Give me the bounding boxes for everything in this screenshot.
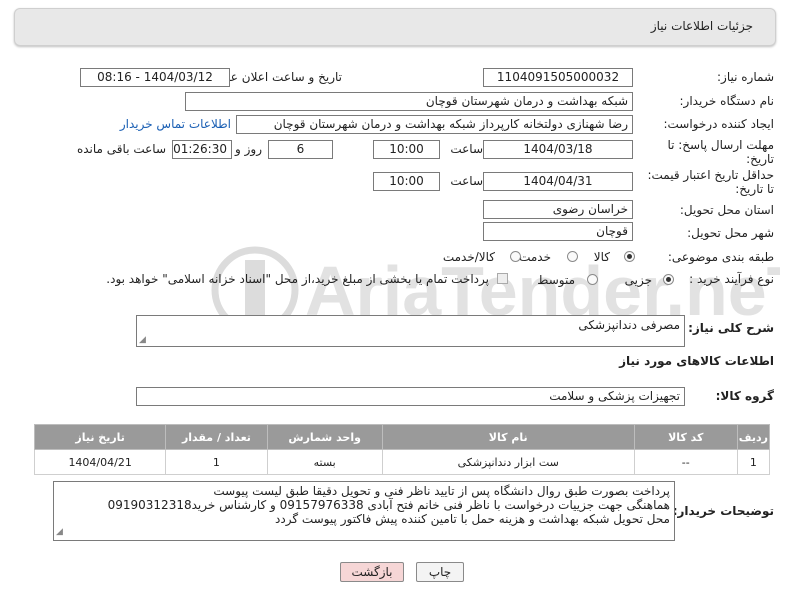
need-number-label: شماره نیاز: [717,70,774,84]
buyer-notes-line: پرداخت بصورت طبق روال دانشگاه پس از تایی… [213,484,670,498]
col-header-qty: تعداد / مقدار [165,424,268,450]
process-radio-medium[interactable] [587,274,598,285]
col-header-date: تاریخ نیاز [33,424,167,450]
table-header-row: ردیف کد کالا نام کالا واحد شمارش تعداد /… [33,424,771,450]
remaining-time-field: 01:26:30 [172,140,232,159]
city-field: قوچان [483,222,633,241]
process-label: نوع فرآیند خرید : [689,272,774,286]
process-option-minor: جزیی [624,273,652,287]
remaining-label: ساعت باقی مانده [76,142,166,156]
category-option-goods: کالا [593,250,610,264]
category-option-both: کالا/خدمت [442,250,495,264]
goods-group-label: گروه کالا: [715,389,774,403]
contact-info-link[interactable]: اطلاعات تماس خریدار [120,117,231,131]
process-option-medium: متوسط [537,273,575,287]
back-button[interactable]: بازگشت [340,562,404,582]
deadline-label: مهلت ارسال پاسخ: تا [667,138,774,152]
creator-field: رضا شهنازی دولتخانه کارپرداز شبکه بهداشت… [236,115,633,134]
cell-code: -- [633,449,738,475]
category-label: طبقه بندی موضوعی: [667,250,774,264]
buyer-notes-textarea: پرداخت بصورت طبق روال دانشگاه پس از تایی… [53,481,675,541]
treasury-payment-checkbox[interactable] [497,273,508,284]
items-table: ردیف کد کالا نام کالا واحد شمارش تعداد /… [33,424,771,475]
header-panel: جزئیات اطلاعات نیاز [14,8,776,46]
creator-label: ایجاد کننده درخواست: [663,117,774,131]
table-row: 1 -- ست ابزار دندانپزشکی بسته 1 1404/04/… [33,449,771,475]
validity-label-date: تا تاریخ: [735,182,774,196]
cell-qty: 1 [165,449,268,475]
deadline-time-label: ساعت [450,142,483,156]
process-radio-minor[interactable] [663,274,674,285]
days-field: 6 [268,140,333,159]
category-radio-goods[interactable] [624,251,635,262]
description-label: شرح کلی نیاز: [688,321,774,335]
description-textarea: مصرفی دندانپزشکی ◢ [136,315,685,347]
need-number-field: 1104091505000032 [483,68,633,87]
category-radio-service[interactable] [567,251,578,262]
validity-label: حداقل تاریخ اعتبار قیمت: [647,168,774,182]
cell-row-number: 1 [736,449,771,475]
buyer-notes-line: هماهنگی جهت جزییات درخواست با ناظر فنی خ… [107,498,670,512]
resize-grip-icon[interactable]: ◢ [139,335,146,345]
print-button[interactable]: چاپ [416,562,464,582]
cell-date: 1404/04/21 [33,449,167,475]
col-header-code: کد کالا [633,424,738,450]
validity-date-field: 1404/04/31 [483,172,633,191]
goods-group-field: تجهیزات پزشکی و سلامت [136,387,685,406]
validity-time-field: 10:00 [373,172,440,191]
province-field: خراسان رضوی [483,200,633,219]
col-header-name: نام کالا [381,424,635,450]
deadline-date-field: 1404/03/18 [483,140,633,159]
buyer-notes-line: محل تحویل شبکه بهداشت و هزینه حمل با تام… [275,512,670,526]
deadline-label-date: تاریخ: [746,152,774,166]
announce-field: 1404/03/12 - 08:16 [80,68,230,87]
buyer-org-field: شبکه بهداشت و درمان شهرستان قوچان [185,92,633,111]
description-text: مصرفی دندانپزشکی [578,318,680,332]
col-header-row: ردیف [736,424,771,450]
cell-unit: بسته [266,449,383,475]
page-title: جزئیات اطلاعات نیاز [650,19,753,33]
treasury-payment-note: پرداخت تمام یا بخشی از مبلغ خرید،از محل … [106,272,489,286]
buyer-org-label: نام دستگاه خریدار: [679,94,775,108]
cell-name: ست ابزار دندانپزشکی [381,449,635,475]
city-label: شهر محل تحویل: [687,226,774,240]
province-label: استان محل تحویل: [679,203,774,217]
buyer-notes-label: توضیحات خریدار: [672,504,774,518]
days-label: روز و [235,142,262,156]
category-option-service: خدمت [519,250,551,264]
validity-time-label: ساعت [450,174,483,188]
category-radio-both[interactable] [510,251,521,262]
col-header-unit: واحد شمارش [266,424,383,450]
resize-grip-icon[interactable]: ◢ [56,525,63,539]
deadline-time-field: 10:00 [373,140,440,159]
items-section-title: اطلاعات کالاهای مورد نیاز [619,354,774,368]
